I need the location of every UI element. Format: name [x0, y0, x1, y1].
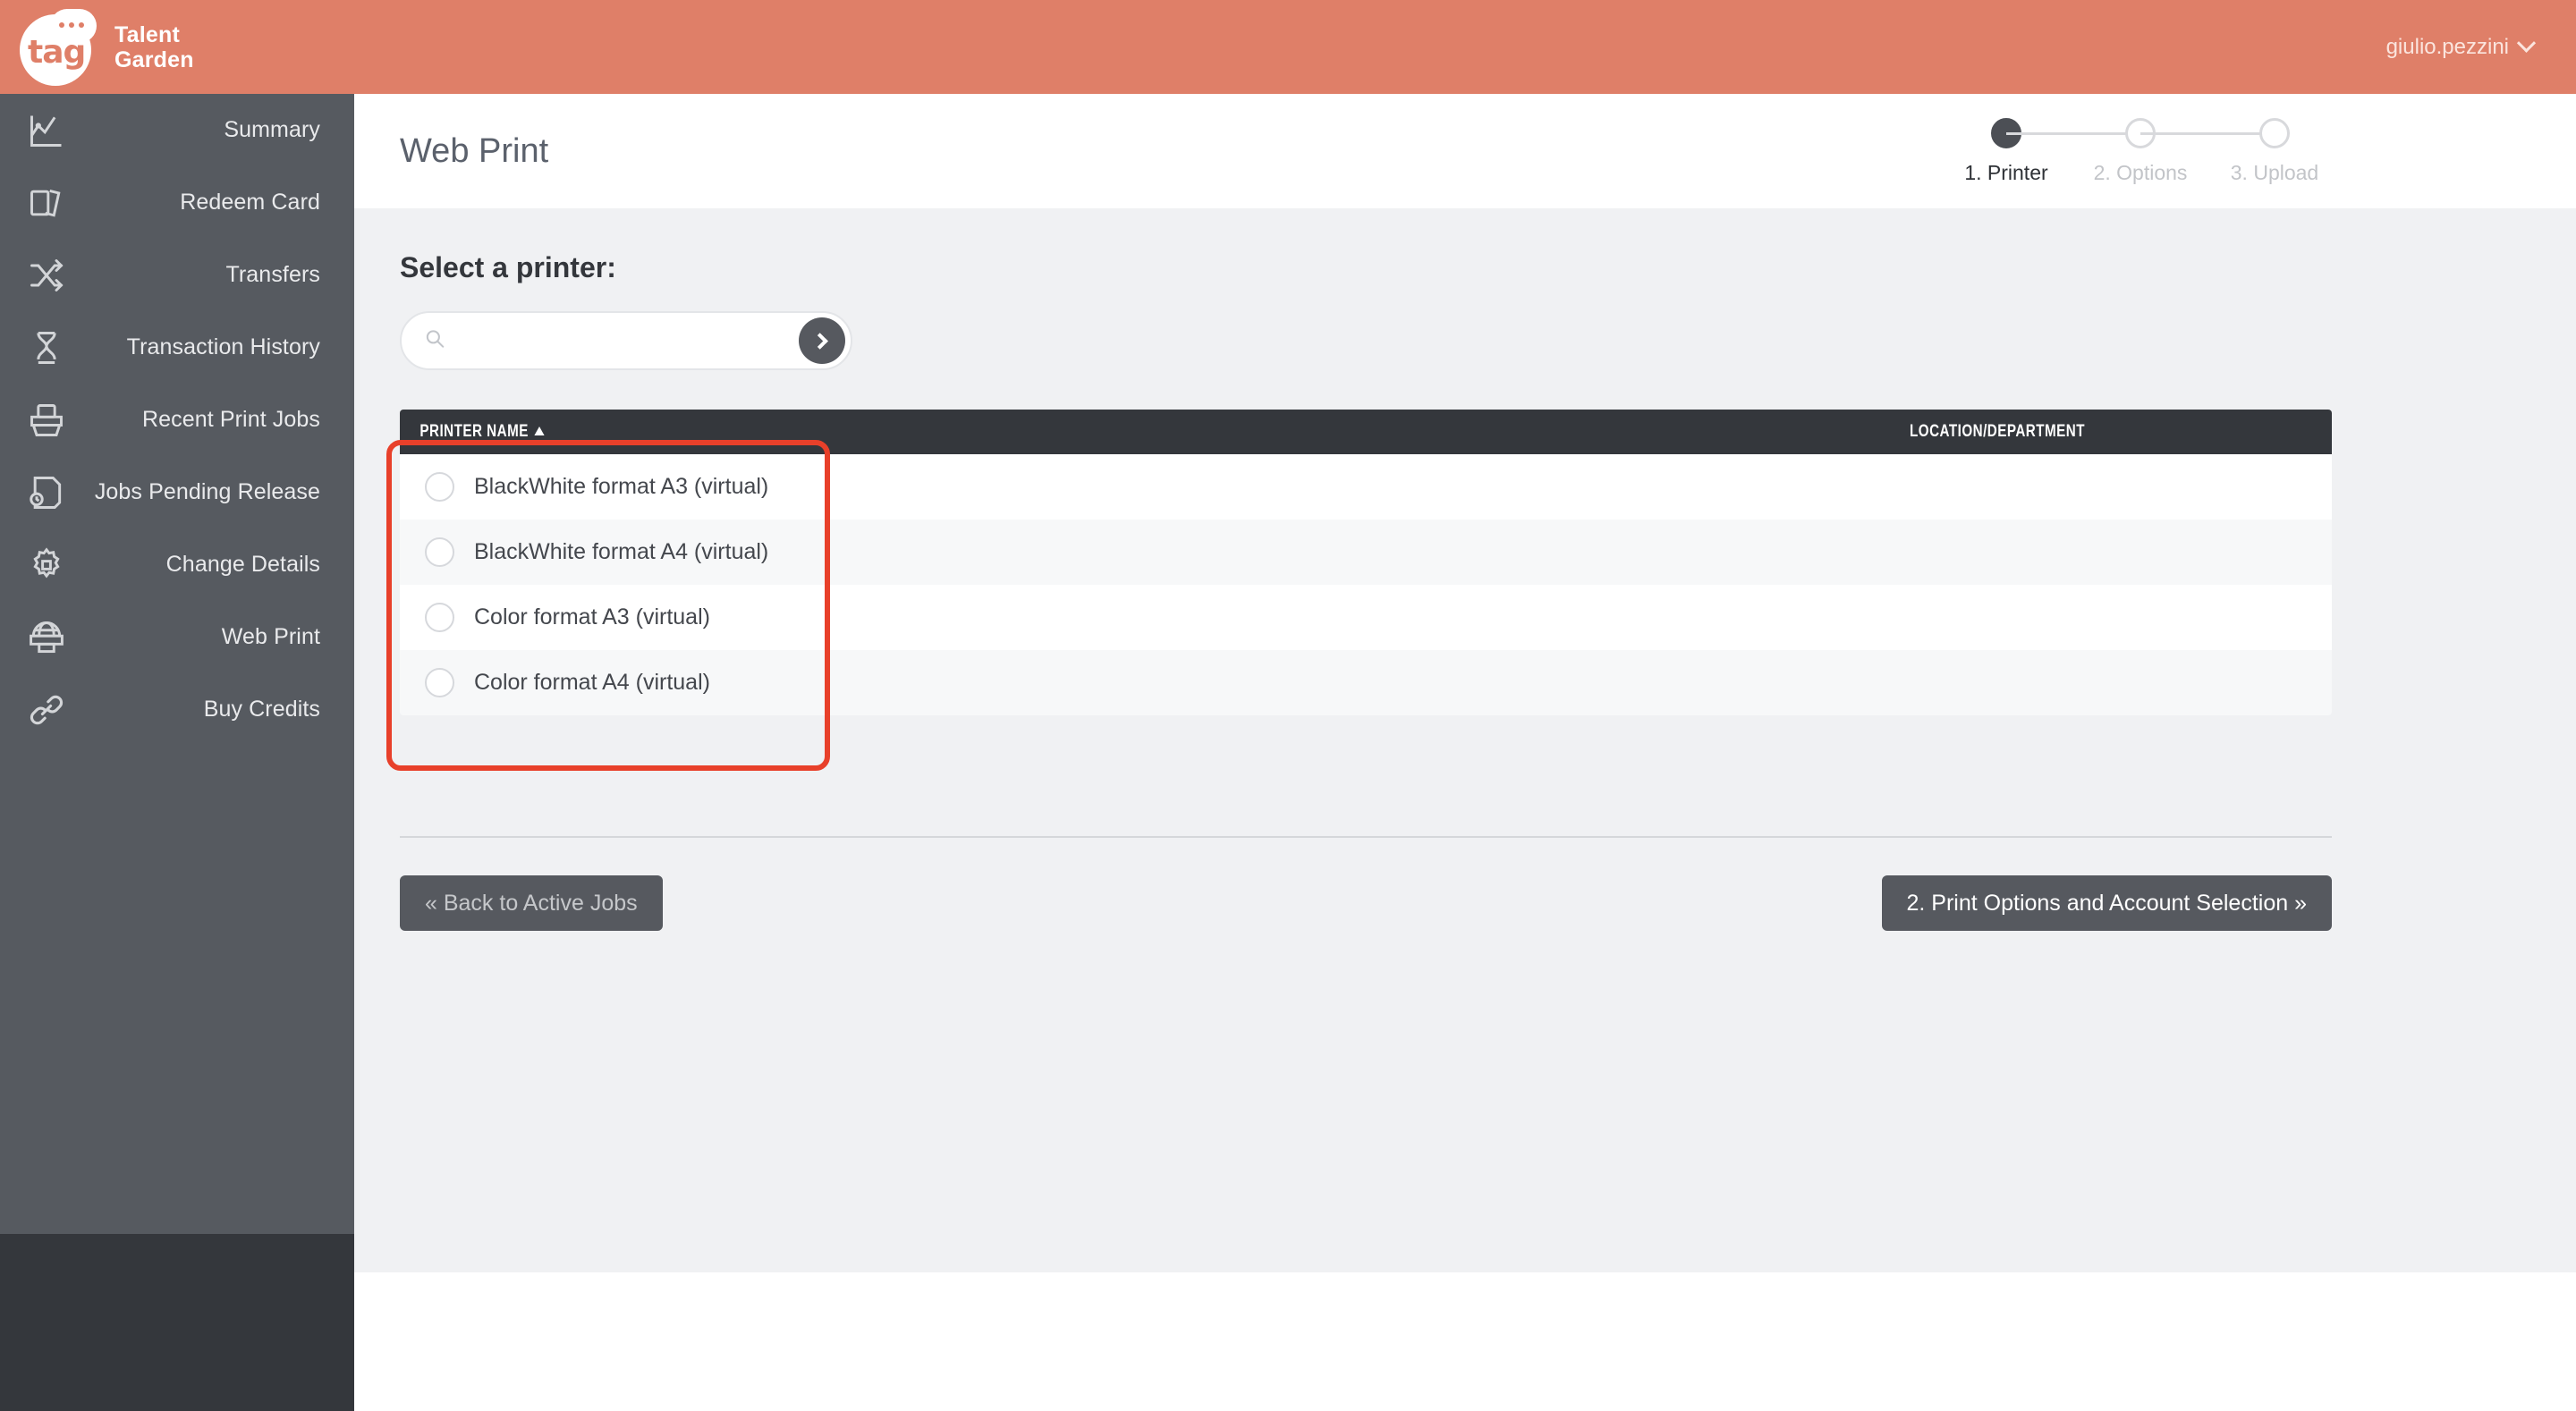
sidebar-item-summary[interactable]: Summary	[0, 94, 354, 166]
printer-name-label: Color format A3 (virtual)	[474, 604, 710, 629]
sidebar-item-recent-print-jobs[interactable]: Recent Print Jobs	[0, 384, 354, 456]
sidebar-item-jobs-pending-release[interactable]: Jobs Pending Release	[0, 456, 354, 528]
column-header-printer-name[interactable]: PRINTER NAME	[400, 422, 1173, 442]
sort-ascending-icon	[534, 427, 545, 435]
page-header: Web Print 1. Printer 2. Options 3. Uploa…	[354, 94, 2576, 208]
section-title: Select a printer:	[400, 251, 616, 283]
sidebar-item-web-print[interactable]: Web Print	[0, 601, 354, 673]
printer-search-bar	[400, 311, 852, 370]
link-chain-icon	[25, 689, 68, 731]
content-body: Select a printer: PRINTER NAME LOCATION/…	[354, 208, 2576, 931]
sidebar-nav: Summary Redeem Card Transfers Transactio…	[0, 94, 354, 1234]
sidebar-item-label: Jobs Pending Release	[94, 479, 320, 504]
table-row[interactable]: BlackWhite format A3 (virtual)	[400, 454, 2332, 520]
stepper-step-options[interactable]: 2. Options	[2073, 117, 2275, 185]
wizard-stepper: 1. Printer 2. Options 3. Upload	[1939, 117, 2342, 185]
shuffle-arrows-icon	[25, 254, 68, 297]
sidebar-item-transfers[interactable]: Transfers	[0, 239, 354, 311]
brand-name-line2: Garden	[114, 46, 194, 72]
gear-icon	[25, 544, 68, 587]
print-options-next-button[interactable]: 2. Print Options and Account Selection »	[1881, 875, 2332, 931]
table-header-row: PRINTER NAME LOCATION/DEPARTMENT	[400, 410, 2332, 454]
cell-printer-name: BlackWhite format A4 (virtual)	[400, 537, 1366, 567]
sidebar-item-label: Web Print	[221, 624, 320, 649]
logo-mark-text: tag	[28, 33, 86, 71]
chart-line-icon	[25, 109, 68, 152]
column-header-label: LOCATION/DEPARTMENT	[1910, 422, 2086, 441]
page-title: Web Print	[400, 131, 549, 170]
sidebar-footer-panel	[0, 1234, 354, 1411]
chevron-down-icon	[2516, 33, 2537, 53]
app-root: tag Talent Garden giulio.pezzini Summary	[0, 0, 2576, 1411]
tag-speech-bubble-logo-icon: tag	[20, 8, 97, 86]
printer-name-label: BlackWhite format A3 (virtual)	[474, 474, 769, 499]
sidebar-item-redeem-card[interactable]: Redeem Card	[0, 166, 354, 239]
sidebar-item-label: Redeem Card	[180, 190, 320, 215]
sidebar-item-transaction-history[interactable]: Transaction History	[0, 311, 354, 384]
sidebar-item-change-details[interactable]: Change Details	[0, 528, 354, 601]
hourglass-icon	[25, 326, 68, 369]
stepper-label: 1. Printer	[1964, 160, 2048, 184]
sidebar-item-label: Summary	[224, 117, 320, 142]
main-content: Web Print 1. Printer 2. Options 3. Uploa…	[354, 94, 2576, 1272]
printer-table: PRINTER NAME LOCATION/DEPARTMENT BlackWh…	[400, 410, 2332, 715]
printer-radio-button[interactable]	[425, 537, 454, 567]
sidebar-item-buy-credits[interactable]: Buy Credits	[0, 673, 354, 746]
wizard-actions: « Back to Active Jobs 2. Print Options a…	[400, 875, 2332, 931]
cell-printer-name: BlackWhite format A3 (virtual)	[400, 472, 1366, 502]
web-printer-icon	[25, 616, 68, 659]
printer-name-label: Color format A4 (virtual)	[474, 670, 710, 695]
printer-radio-button[interactable]	[425, 603, 454, 632]
printer-radio-button[interactable]	[425, 668, 454, 697]
stepper-dot	[2259, 117, 2290, 148]
column-header-location-department[interactable]: LOCATION/DEPARTMENT	[1366, 422, 2139, 442]
column-header-label: PRINTER NAME	[419, 422, 529, 441]
cell-printer-name: Color format A4 (virtual)	[400, 668, 1366, 697]
search-icon	[423, 327, 446, 355]
chevron-right-icon	[810, 332, 828, 350]
search-input[interactable]	[402, 328, 851, 353]
table-row[interactable]: BlackWhite format A4 (virtual)	[400, 520, 2332, 585]
cards-icon	[25, 182, 68, 224]
table-row[interactable]: Color format A4 (virtual)	[400, 650, 2332, 715]
brand-name: Talent Garden	[114, 22, 194, 72]
cell-printer-name: Color format A3 (virtual)	[400, 603, 1366, 632]
printer-name-label: BlackWhite format A4 (virtual)	[474, 539, 769, 564]
brand-logo[interactable]: tag Talent Garden	[0, 8, 194, 86]
user-menu-label: giulio.pezzini	[2385, 34, 2509, 59]
printer-radio-button[interactable]	[425, 472, 454, 502]
stepper-label: 3. Upload	[2230, 160, 2319, 184]
top-header-bar: tag Talent Garden giulio.pezzini	[0, 0, 2576, 94]
printer-tray-icon	[25, 399, 68, 442]
back-to-active-jobs-button[interactable]: « Back to Active Jobs	[400, 875, 663, 931]
sidebar-item-label: Change Details	[165, 552, 320, 577]
section-divider	[400, 836, 2332, 838]
sidebar-item-label: Transaction History	[126, 334, 320, 359]
brand-name-line1: Talent	[114, 21, 180, 47]
sidebar-item-label: Recent Print Jobs	[141, 407, 320, 432]
stepper-step-upload[interactable]: 3. Upload	[2207, 117, 2342, 185]
sidebar-item-label: Buy Credits	[203, 697, 320, 722]
stepper-label: 2. Options	[2093, 160, 2188, 184]
stepper-step-printer[interactable]: 1. Printer	[1939, 117, 2140, 185]
sidebar-item-label: Transfers	[225, 262, 320, 287]
document-clock-icon	[25, 471, 68, 514]
user-menu[interactable]: giulio.pezzini	[2385, 33, 2576, 60]
table-row[interactable]: Color format A3 (virtual)	[400, 585, 2332, 650]
search-submit-button[interactable]	[799, 317, 845, 364]
